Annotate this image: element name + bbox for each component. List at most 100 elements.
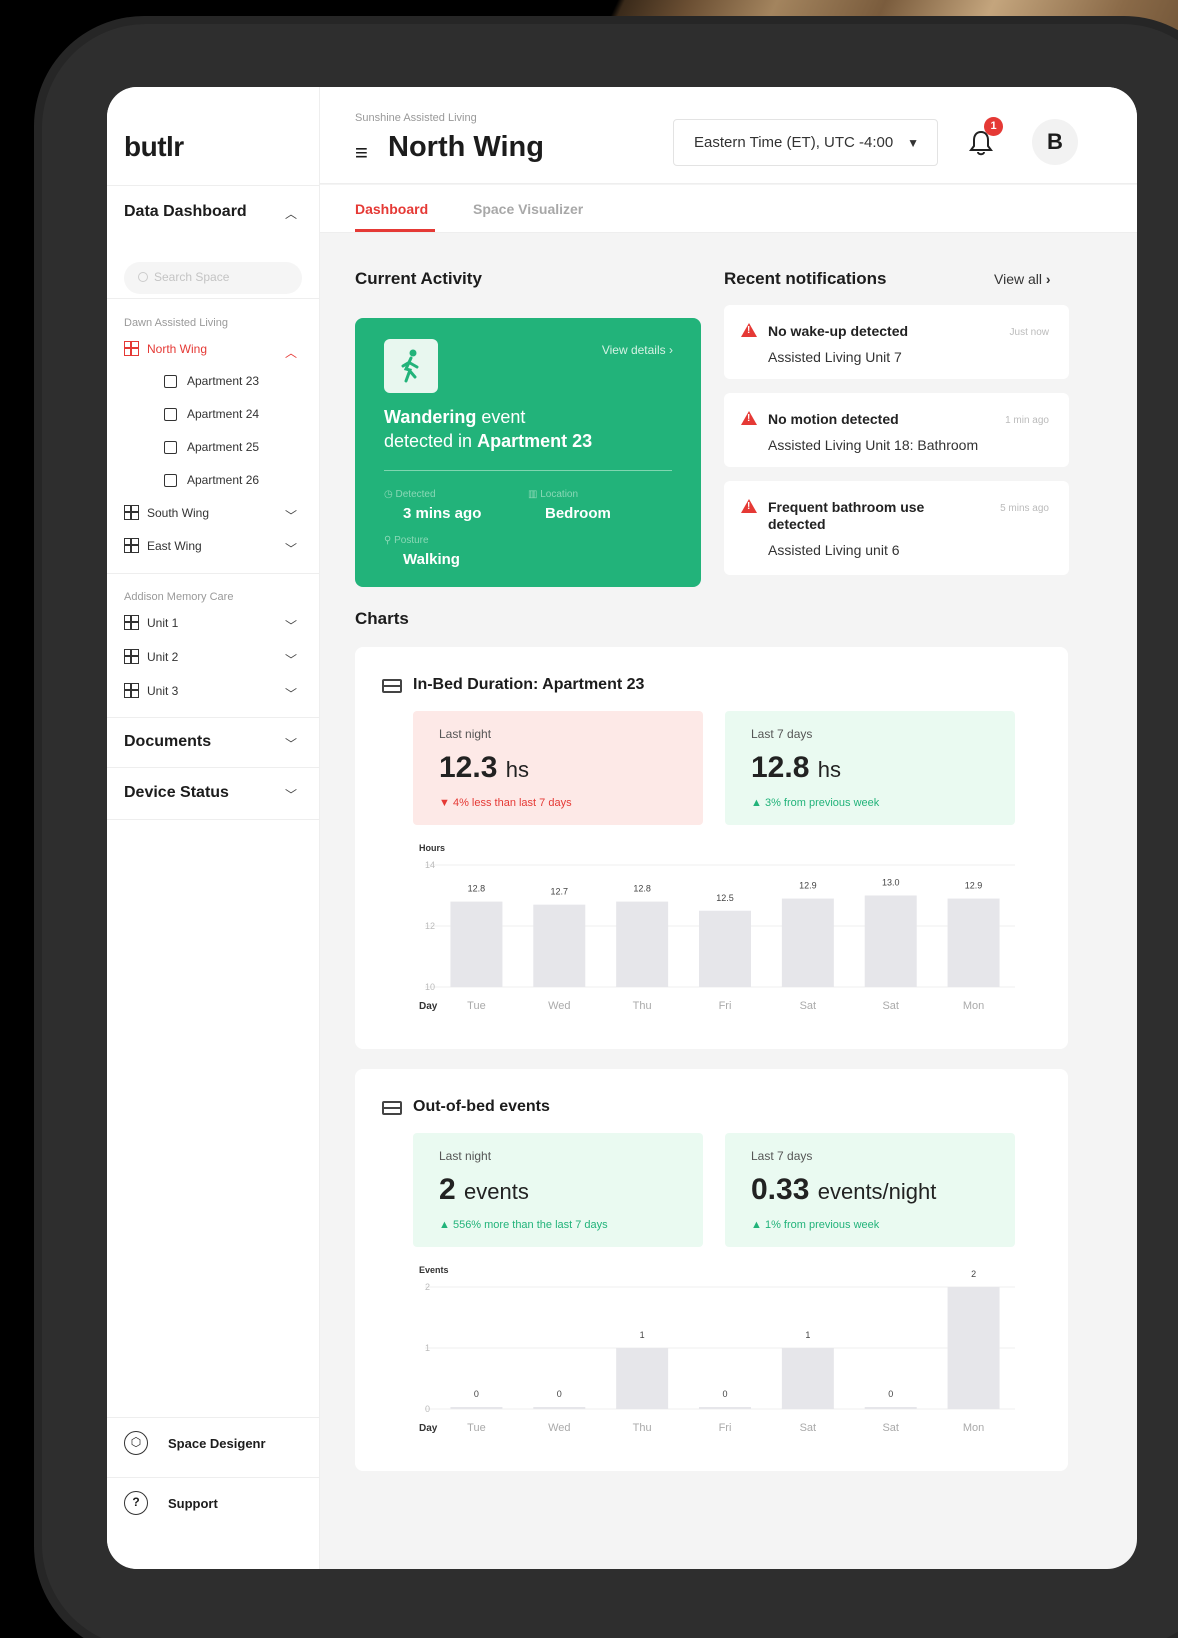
notification-item[interactable]: ! No wake-up detected Assisted Living Un… — [724, 305, 1069, 379]
notification-title: No motion detected — [768, 411, 899, 427]
bar — [450, 1407, 503, 1409]
chevron-down-icon[interactable]: ﹀ — [285, 735, 297, 752]
sidebar-item-apartment[interactable]: Apartment 23 — [164, 374, 259, 388]
tab-dashboard[interactable]: Dashboard — [355, 201, 428, 217]
chevron-down-icon[interactable]: ﹀ — [285, 651, 297, 668]
room-icon — [164, 440, 177, 454]
chevron-up-icon[interactable]: ︿ — [285, 344, 297, 361]
chevron-down-icon[interactable]: ﹀ — [285, 685, 297, 702]
bar — [947, 898, 1000, 987]
bar — [864, 895, 917, 987]
sidebar-item-apartment[interactable]: Apartment 26 — [164, 473, 259, 487]
tab-space-visualizer[interactable]: Space Visualizer — [473, 201, 583, 217]
warning-icon: ! — [741, 411, 757, 425]
view-details-link[interactable]: View details › — [602, 343, 673, 357]
chevron-down-icon[interactable]: ﹀ — [285, 786, 297, 803]
bar-value-label: 12.9 — [965, 881, 983, 891]
chart-title: Out-of-bed events — [413, 1098, 550, 1115]
sidebar-item-unit[interactable]: Unit 2 — [124, 649, 178, 664]
bar — [533, 904, 586, 987]
notifications-heading: Recent notifications — [724, 269, 887, 288]
support-link[interactable]: ? Support — [124, 1491, 218, 1515]
posture-value: Walking — [403, 551, 460, 568]
device-status-header[interactable]: Device Status — [124, 784, 229, 802]
warning-icon: ! — [741, 499, 757, 513]
bar-value-label: 0 — [722, 1389, 727, 1399]
chevron-up-icon[interactable]: ︿ — [285, 205, 297, 222]
sidebar-item-unit[interactable]: Unit 1 — [124, 615, 178, 630]
x-tick-label: Sat — [882, 1422, 899, 1434]
x-tick-label: Sat — [800, 1422, 817, 1434]
floorplan-icon — [124, 683, 139, 698]
stat-last-night: Last night 2 events ▲ 556% more than the… — [413, 1133, 703, 1247]
x-tick-label: Sat — [800, 1000, 817, 1012]
inbed-chart-card: In-Bed Duration: Apartment 23 Last night… — [355, 647, 1068, 1049]
top-header: Sunshine Assisted Living ≡ North Wing Ea… — [320, 87, 1137, 184]
chevron-down-icon[interactable]: ﹀ — [285, 540, 297, 557]
avatar[interactable]: B — [1032, 119, 1078, 165]
posture-label: ⚲ Posture — [384, 535, 429, 546]
bar-value-label: 12.8 — [633, 884, 651, 894]
event-location: detected in Apartment 23 — [384, 431, 593, 451]
location-value: Bedroom — [545, 505, 611, 522]
bar-value-label: 12.7 — [551, 887, 569, 897]
stat-label: Last 7 days — [751, 727, 813, 741]
page-title: North Wing — [388, 131, 544, 163]
data-dashboard-header[interactable]: Data Dashboard — [124, 203, 247, 221]
sidebar-item-east-wing[interactable]: East Wing — [124, 538, 202, 553]
floorplan-icon — [124, 615, 139, 630]
bar-value-label: 0 — [474, 1389, 479, 1399]
group-label: Addison Memory Care — [124, 591, 234, 603]
bar — [699, 910, 751, 987]
bar — [864, 1407, 917, 1409]
sidebar-item-apartment[interactable]: Apartment 25 — [164, 440, 259, 454]
notification-title: No wake-up detected — [768, 323, 909, 339]
location-label: ▥ Location — [528, 489, 579, 500]
sidebar-item-south-wing[interactable]: South Wing — [124, 505, 209, 520]
search-input[interactable]: Search Space — [124, 262, 302, 294]
chart-title: In-Bed Duration: Apartment 23 — [413, 676, 645, 693]
sidebar: butlr Data Dashboard ︿ Search Space Dawn… — [107, 87, 320, 1569]
cube-icon: ⬡ — [124, 1431, 148, 1455]
stat-value: 2 events — [439, 1173, 529, 1206]
event-title: Wandering event — [384, 407, 526, 427]
room-icon — [164, 473, 177, 487]
activity-card[interactable]: View details › Wandering event detected … — [355, 318, 701, 587]
timezone-select[interactable]: Eastern Time (ET), UTC -4:00 ▼ — [673, 119, 938, 166]
sidebar-item-apartment[interactable]: Apartment 24 — [164, 407, 259, 421]
chevron-down-icon[interactable]: ﹀ — [285, 507, 297, 524]
stat-label: Last 7 days — [751, 1149, 813, 1163]
y-tick-label: 2 — [425, 1282, 430, 1292]
bar — [533, 1407, 586, 1409]
floorplan-icon — [124, 649, 139, 664]
documents-header[interactable]: Documents — [124, 733, 211, 751]
notification-title: Frequent bathroom use — [768, 499, 925, 515]
stat-value: 12.8 hs — [751, 751, 841, 784]
sidebar-item-north-wing[interactable]: North Wing — [124, 341, 207, 356]
bar-value-label: 2 — [971, 1269, 976, 1279]
detected-value: 3 mins ago — [403, 505, 482, 522]
x-tick-label: Thu — [633, 1422, 652, 1434]
current-activity-heading: Current Activity — [355, 269, 482, 288]
x-tick-label: Thu — [633, 1000, 652, 1012]
stat-value: 0.33 events/night — [751, 1173, 937, 1206]
floorplan-icon — [124, 538, 139, 553]
x-tick-label: Fri — [719, 1000, 732, 1012]
chevron-down-icon[interactable]: ﹀ — [285, 617, 297, 634]
x-tick-label: Tue — [467, 1000, 486, 1012]
floorplan-icon — [124, 505, 139, 520]
app-screen: butlr Data Dashboard ︿ Search Space Dawn… — [107, 87, 1137, 1569]
menu-icon[interactable]: ≡ — [355, 140, 368, 166]
notification-item[interactable]: ! No motion detected Assisted Living Uni… — [724, 393, 1069, 467]
view-all-link[interactable]: View all › — [994, 271, 1051, 287]
notification-subtitle: Assisted Living Unit 18: Bathroom — [768, 437, 979, 453]
x-tick-label: Sat — [882, 1000, 899, 1012]
notification-item[interactable]: ! Frequent bathroom use detected Assiste… — [724, 481, 1069, 575]
floorplan-icon — [124, 341, 139, 356]
y-tick-label: 12 — [425, 921, 435, 931]
tab-bar: Dashboard Space Visualizer — [320, 185, 1137, 233]
space-designer-link[interactable]: ⬡ Space Desigenr — [124, 1431, 266, 1455]
sidebar-item-unit[interactable]: Unit 3 — [124, 683, 178, 698]
bar — [947, 1287, 1000, 1409]
stat-last-7-days: Last 7 days 12.8 hs ▲ 3% from previous w… — [725, 711, 1015, 825]
